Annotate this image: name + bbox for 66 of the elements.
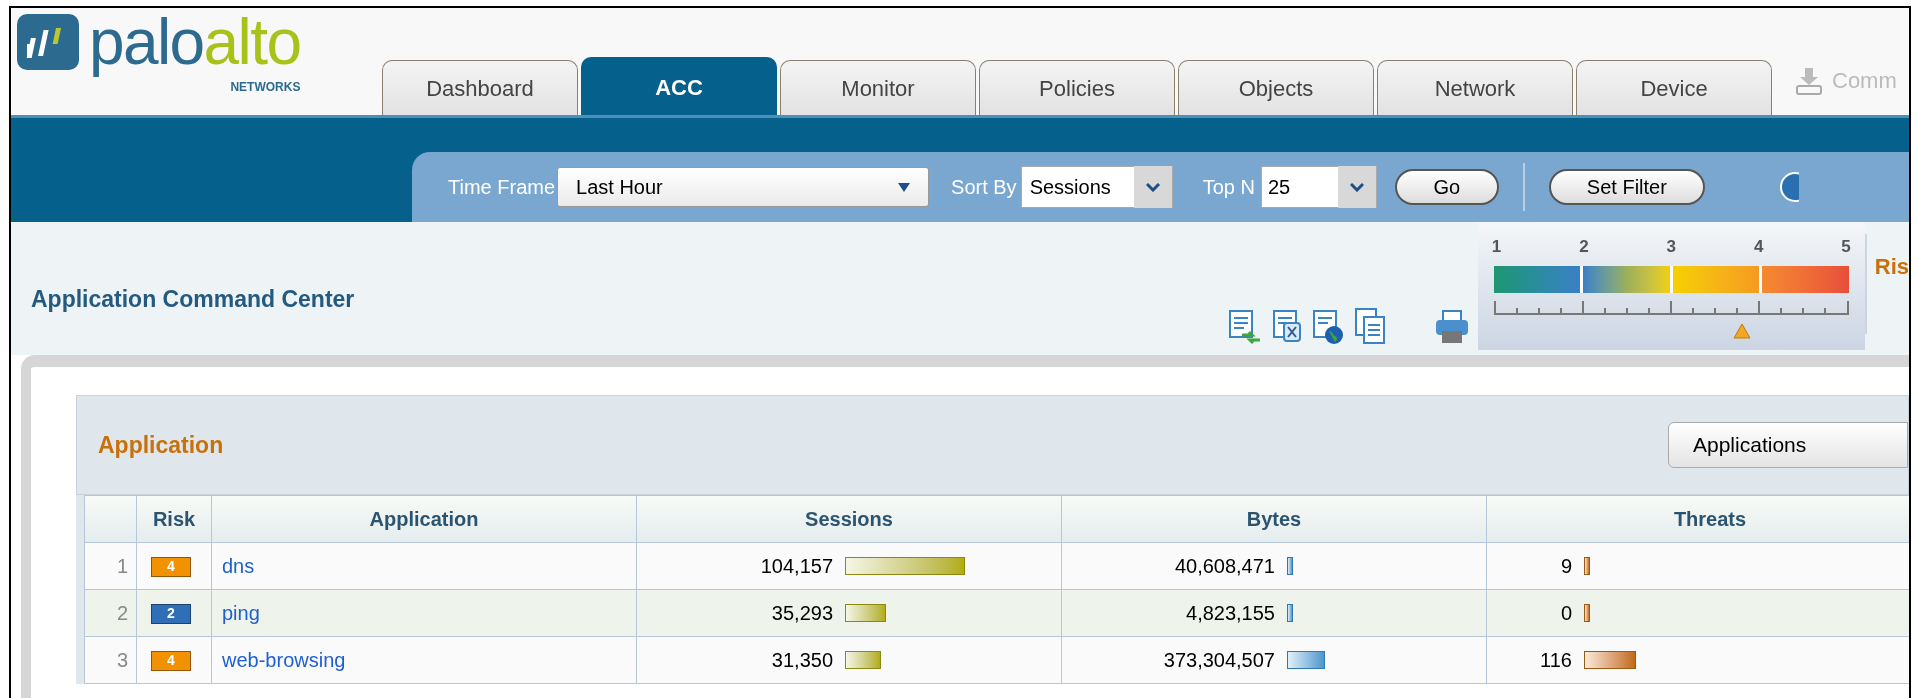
nav-tab[interactable]: ACC bbox=[581, 57, 777, 118]
time-frame-select[interactable]: Last Hour bbox=[557, 167, 930, 207]
bar-fill bbox=[1287, 557, 1293, 575]
go-button[interactable]: Go bbox=[1394, 169, 1499, 205]
cell-value: 0 bbox=[1559, 601, 1572, 626]
row-number: 3 bbox=[84, 636, 137, 684]
logo-icon bbox=[17, 14, 79, 70]
row-number: 2 bbox=[84, 589, 137, 637]
bar-fill bbox=[845, 651, 882, 669]
filter-label: Top N bbox=[1202, 175, 1255, 200]
scale-number: 5 bbox=[1841, 236, 1851, 258]
scale-number: 3 bbox=[1666, 236, 1676, 258]
copy-icon[interactable] bbox=[1353, 307, 1388, 345]
nav-tab[interactable]: Dashboard bbox=[382, 60, 578, 115]
cell-value: 373,304,507 bbox=[1162, 648, 1275, 673]
sort-by-select[interactable]: Sessions bbox=[1020, 166, 1173, 208]
logo-subtitle: NETWORKS bbox=[230, 80, 301, 94]
bar-fill bbox=[1584, 651, 1636, 669]
caret-icon bbox=[898, 182, 911, 192]
filter-label: Sort By bbox=[951, 175, 1017, 200]
nav-tab[interactable]: Objects bbox=[1178, 60, 1374, 115]
globe-export-icon[interactable] bbox=[1311, 309, 1344, 345]
cell-value: 35,293 bbox=[770, 601, 833, 626]
bar-fill bbox=[845, 604, 886, 622]
bar-fill bbox=[1584, 604, 1590, 622]
nav-tab[interactable]: Network bbox=[1377, 60, 1573, 115]
bar-fill bbox=[1287, 651, 1325, 669]
column-header[interactable]: Risk bbox=[136, 495, 212, 543]
risk-badge: 4 bbox=[151, 556, 191, 577]
scale-number: 4 bbox=[1753, 236, 1764, 258]
panel-title: Application bbox=[98, 430, 224, 460]
cell-value: 31,350 bbox=[770, 648, 833, 673]
filter-label: Time Frame bbox=[448, 175, 556, 200]
printer-icon[interactable] bbox=[1433, 309, 1470, 345]
bar-fill bbox=[1287, 604, 1293, 622]
column-header[interactable]: Bytes bbox=[1061, 495, 1487, 543]
nav-tab[interactable]: Monitor bbox=[780, 60, 976, 115]
scale-number: 1 bbox=[1491, 236, 1502, 258]
chevron-icon bbox=[1349, 182, 1364, 192]
column-header[interactable]: Application bbox=[211, 495, 637, 543]
risk-badge: 2 bbox=[151, 603, 191, 624]
cell-value: 40,608,471 bbox=[1173, 554, 1275, 579]
applications-dropdown[interactable]: Applications bbox=[1668, 422, 1908, 468]
app-link[interactable]: ping bbox=[222, 602, 260, 624]
bar-fill bbox=[1584, 557, 1590, 575]
nav-tab[interactable]: Policies bbox=[979, 60, 1175, 115]
column-header[interactable]: Threats bbox=[1486, 495, 1909, 543]
app-link[interactable]: web-browsing bbox=[222, 649, 346, 671]
top-n-select[interactable]: 25 bbox=[1260, 166, 1377, 208]
risk-title: Ris bbox=[1874, 253, 1909, 281]
page-title: Application Command Center bbox=[31, 285, 355, 314]
column-header[interactable]: Sessions bbox=[636, 495, 1062, 543]
cell-value: 4,823,155 bbox=[1185, 601, 1275, 626]
risk-badge: 4 bbox=[151, 650, 191, 671]
set-filter-button[interactable]: Set Filter bbox=[1548, 169, 1705, 205]
cell-value: 116 bbox=[1539, 648, 1572, 673]
app-link[interactable]: dns bbox=[222, 555, 255, 577]
scale-number: 2 bbox=[1579, 236, 1589, 258]
logo-wordmark: paloalto bbox=[89, 8, 301, 80]
chevron-icon bbox=[1145, 182, 1160, 192]
nav-tab[interactable]: Device bbox=[1576, 60, 1772, 115]
excel-export-icon[interactable] bbox=[1271, 309, 1302, 345]
cell-value: 104,157 bbox=[759, 554, 833, 579]
row-number: 1 bbox=[84, 542, 137, 590]
cell-value: 9 bbox=[1559, 554, 1572, 579]
export-table-icon[interactable] bbox=[1227, 309, 1262, 345]
